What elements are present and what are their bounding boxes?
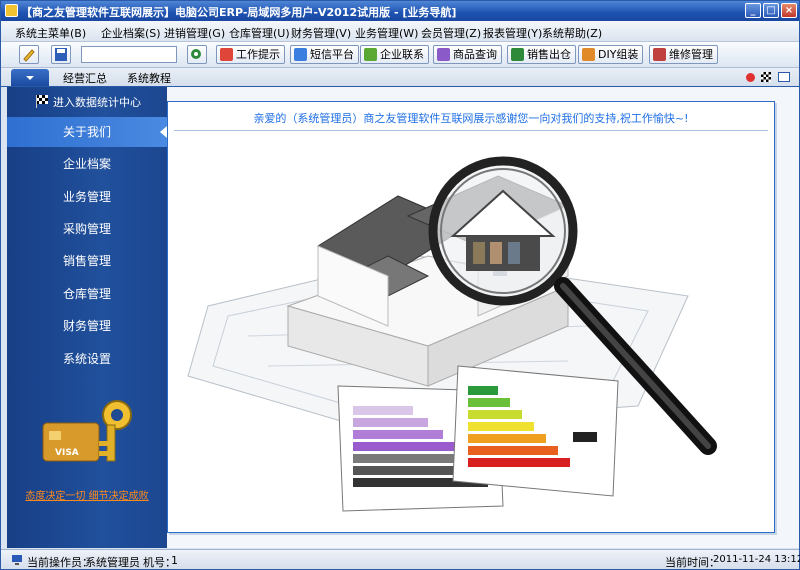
time-label: 当前时间： bbox=[665, 556, 720, 569]
diy-assembly-label: DIY组装 bbox=[598, 48, 639, 61]
maximize-button[interactable]: □ bbox=[763, 3, 779, 18]
menu-business[interactable]: 业务管理(W) bbox=[355, 25, 418, 41]
search-icon[interactable] bbox=[187, 45, 207, 64]
restore-icon[interactable] bbox=[778, 72, 790, 82]
sidebar: 进入数据统计中心 关于我们 企业档案 业务管理 采购管理 销售管理 仓库管理 财… bbox=[7, 87, 167, 548]
stats-center-link[interactable]: 进入数据统计中心 bbox=[7, 87, 167, 115]
enterprise-contact-label: 企业联系 bbox=[380, 48, 424, 61]
menu-enterprise[interactable]: 企业档案(S) bbox=[101, 25, 161, 41]
sms-platform-label: 短信平台 bbox=[310, 48, 354, 61]
status-bar: 当前操作员： 系统管理员 机号： 1 当前时间： 2011-11-24 13:1… bbox=[1, 549, 800, 569]
minimize-button[interactable]: _ bbox=[745, 3, 761, 18]
menu-warehouse[interactable]: 仓库管理(U) bbox=[229, 25, 290, 41]
save-icon[interactable] bbox=[51, 45, 71, 64]
diy-assembly-button[interactable]: DIY组装 bbox=[578, 45, 644, 64]
sales-out-label: 销售出仓 bbox=[527, 48, 571, 61]
sms-platform-button[interactable]: 短信平台 bbox=[290, 45, 359, 64]
machine-value: 1 bbox=[171, 554, 178, 567]
tab-bar: 经营汇总 系统教程 bbox=[1, 68, 799, 87]
quick-search-input[interactable] bbox=[81, 46, 177, 63]
work-tips-label: 工作提示 bbox=[236, 48, 280, 61]
menu-system[interactable]: 系统主菜单(B) bbox=[15, 25, 86, 41]
chevron-down-icon bbox=[26, 76, 34, 80]
sales-out-button[interactable]: 销售出仓 bbox=[507, 45, 576, 64]
menu-member[interactable]: 会员管理(Z) bbox=[421, 25, 481, 41]
enterprise-contact-button[interactable]: 企业联系 bbox=[360, 45, 429, 64]
monitor-icon bbox=[12, 555, 22, 565]
svg-text:VISA: VISA bbox=[55, 448, 79, 458]
contact-icon bbox=[364, 48, 377, 61]
slogan-link[interactable]: 态度决定一切 细节决定成败 bbox=[7, 487, 167, 502]
menu-help[interactable]: 系统帮助(Z) bbox=[542, 25, 602, 41]
sidebar-item-purchase[interactable]: 采购管理 bbox=[7, 214, 167, 244]
sidebar-item-finance[interactable]: 财务管理 bbox=[7, 311, 167, 341]
pencil-icon[interactable] bbox=[19, 45, 39, 64]
flag-icon[interactable] bbox=[761, 72, 771, 82]
product-query-label: 商品查询 bbox=[453, 48, 497, 61]
diy-icon bbox=[582, 48, 595, 61]
tab-business-summary[interactable]: 经营汇总 bbox=[63, 70, 107, 86]
sidebar-item-business[interactable]: 业务管理 bbox=[7, 182, 167, 212]
repair-manage-label: 维修管理 bbox=[669, 48, 713, 61]
menu-report[interactable]: 报表管理(Y) bbox=[483, 25, 542, 41]
window-title: 【商之友管理软件互联网展示】电脑公司ERP-局域网多用户-V2012试用版 - … bbox=[21, 6, 457, 19]
stats-center-label: 进入数据统计中心 bbox=[53, 96, 141, 109]
operator-value: 系统管理员 bbox=[85, 556, 140, 569]
title-bar[interactable]: 【商之友管理软件互联网展示】电脑公司ERP-局域网多用户-V2012试用版 - … bbox=[1, 1, 799, 21]
sidebar-item-label: 销售管理 bbox=[63, 254, 112, 268]
sidebar-item-label: 采购管理 bbox=[63, 222, 112, 236]
stop-icon[interactable] bbox=[746, 73, 755, 82]
nav-dropdown-tab[interactable] bbox=[11, 69, 49, 86]
app-icon bbox=[5, 4, 18, 17]
close-button[interactable]: × bbox=[781, 3, 797, 18]
sidebar-item-sales[interactable]: 销售管理 bbox=[7, 246, 167, 276]
sidebar-item-label: 仓库管理 bbox=[63, 287, 112, 301]
main-content: 亲爱的（系统管理员）商之友管理软件互联网展示感谢您一向对我们的支持,祝工作愉快~… bbox=[167, 87, 799, 548]
sidebar-item-about-us[interactable]: 关于我们 bbox=[7, 117, 167, 147]
sidebar-item-label: 财务管理 bbox=[63, 319, 112, 333]
sidebar-item-label: 系统设置 bbox=[63, 352, 112, 366]
repair-manage-button[interactable]: 维修管理 bbox=[649, 45, 718, 64]
welcome-message: 亲爱的（系统管理员）商之友管理软件互联网展示感谢您一向对我们的支持,祝工作愉快~… bbox=[253, 112, 689, 125]
sidebar-item-label: 企业档案 bbox=[63, 157, 112, 171]
sidebar-item-warehouse[interactable]: 仓库管理 bbox=[7, 279, 167, 309]
menu-bar: 系统主菜单(B) 企业档案(S) 进销管理(G) 仓库管理(U) 财务管理(V)… bbox=[1, 21, 799, 42]
house-blueprint-illustration bbox=[187, 156, 717, 512]
toolbar: 工作提示 短信平台 企业联系 商品查询 销售出仓 DIY组装 维修管理 bbox=[1, 42, 799, 68]
checkered-flag-icon bbox=[36, 95, 48, 108]
product-query-button[interactable]: 商品查询 bbox=[433, 45, 502, 64]
sidebar-item-label: 关于我们 bbox=[63, 125, 112, 139]
sidebar-item-settings[interactable]: 系统设置 bbox=[7, 344, 167, 374]
menu-finance[interactable]: 财务管理(V) bbox=[291, 25, 351, 41]
current-time: 2011-11-24 13:12:22 bbox=[713, 554, 800, 565]
visa-key-icon: VISA bbox=[42, 400, 132, 462]
welcome-panel: 亲爱的（系统管理员）商之友管理软件互联网展示感谢您一向对我们的支持,祝工作愉快~… bbox=[167, 101, 775, 533]
menu-purchase-sales[interactable]: 进销管理(G) bbox=[164, 25, 225, 41]
tab-system-tutorial[interactable]: 系统教程 bbox=[127, 70, 171, 86]
tips-icon bbox=[220, 48, 233, 61]
sms-icon bbox=[294, 48, 307, 61]
repair-icon bbox=[653, 48, 666, 61]
app-window: 【商之友管理软件互联网展示】电脑公司ERP-局域网多用户-V2012试用版 - … bbox=[0, 0, 800, 570]
sidebar-item-label: 业务管理 bbox=[63, 190, 112, 204]
divider bbox=[174, 130, 768, 131]
operator-label: 当前操作员： bbox=[27, 556, 93, 569]
query-icon bbox=[437, 48, 450, 61]
sales-icon bbox=[511, 48, 524, 61]
work-tips-button[interactable]: 工作提示 bbox=[216, 45, 285, 64]
sidebar-item-enterprise[interactable]: 企业档案 bbox=[7, 149, 167, 179]
